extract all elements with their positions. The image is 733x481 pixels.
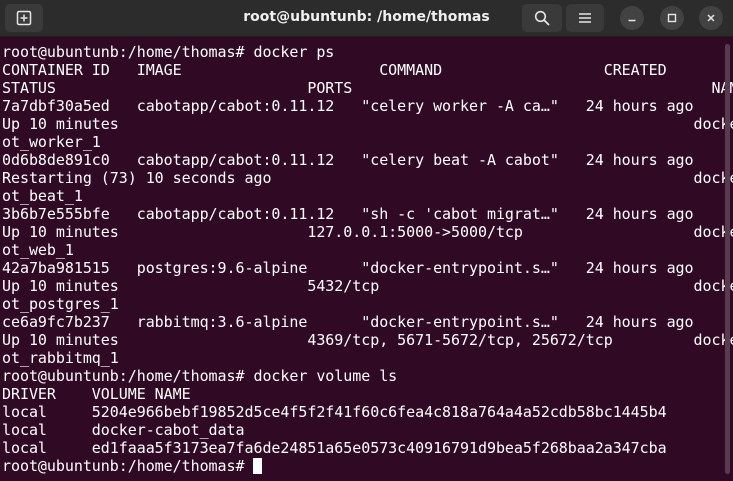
terminal-line: 7a7dbf30a5ed cabotapp/cabot:0.11.12 "cel…	[2, 97, 694, 115]
minimize-button[interactable]	[620, 6, 644, 30]
title-bar: root@ubuntunb: /home/thomas	[0, 0, 733, 37]
close-button[interactable]	[699, 6, 723, 30]
terminal-line: local 5204e966bebf19852d5ce4f5f2f41f60c6…	[2, 403, 667, 421]
terminal-line: Up 10 minutes 127.0.0.1:5000->5000/tcp d…	[2, 223, 733, 241]
terminal-line: Up 10 minutes docker-cab	[2, 115, 733, 133]
new-tab-icon	[16, 10, 32, 26]
search-button[interactable]	[522, 4, 562, 32]
terminal-line: ot_web_1	[2, 241, 74, 259]
terminal-line: ce6a9fc7b237 rabbitmq:3.6-alpine "docker…	[2, 313, 694, 331]
terminal-line: root@ubuntunb:/home/thomas# docker volum…	[2, 367, 398, 385]
terminal-line: 42a7ba981515 postgres:9.6-alpine "docker…	[2, 259, 694, 277]
terminal-line: CONTAINER ID IMAGE COMMAND CREATED	[2, 61, 667, 79]
menu-button[interactable]	[566, 4, 604, 32]
search-icon	[534, 10, 550, 26]
terminal-line: DRIVER VOLUME NAME	[2, 385, 191, 403]
maximize-icon	[667, 13, 677, 23]
terminal-window: root@ubuntunb: /home/thomas root@ubuntun…	[0, 0, 733, 481]
prompt-line[interactable]: root@ubuntunb:/home/thomas#	[2, 457, 733, 475]
minimize-icon	[628, 19, 636, 22]
shell-prompt: root@ubuntunb:/home/thomas#	[2, 457, 254, 475]
new-tab-button[interactable]	[5, 4, 43, 32]
terminal-line: local ed1faaa5f3173ea7fa6de24851a65e0573…	[2, 439, 667, 457]
scrollbar[interactable]	[725, 44, 730, 474]
terminal-output[interactable]: root@ubuntunb:/home/thomas# docker ps CO…	[0, 37, 733, 481]
terminal-line: ot_worker_1	[2, 133, 101, 151]
terminal-line: ot_beat_1	[2, 187, 83, 205]
close-icon	[707, 14, 715, 22]
hamburger-menu-icon	[579, 13, 591, 23]
terminal-line: 0d6b8de891c0 cabotapp/cabot:0.11.12 "cel…	[2, 151, 694, 169]
terminal-line: Up 10 minutes 5432/tcp docker-cab	[2, 277, 733, 295]
text-cursor	[253, 458, 263, 474]
terminal-line: ot_rabbitmq_1	[2, 349, 119, 367]
terminal-line: root@ubuntunb:/home/thomas# docker ps	[2, 43, 335, 61]
terminal-line: local docker-cabot_data	[2, 421, 245, 439]
maximize-button[interactable]	[660, 6, 684, 30]
terminal-line: Restarting (73) 10 seconds ago docker-ca…	[2, 169, 733, 187]
terminal-line: ot_postgres_1	[2, 295, 119, 313]
terminal-line: Up 10 minutes 4369/tcp, 5671-5672/tcp, 2…	[2, 331, 733, 349]
terminal-line: 3b6b7e555bfe cabotapp/cabot:0.11.12 "sh …	[2, 205, 694, 223]
terminal-line: STATUS PORTS NAMES	[2, 79, 733, 97]
